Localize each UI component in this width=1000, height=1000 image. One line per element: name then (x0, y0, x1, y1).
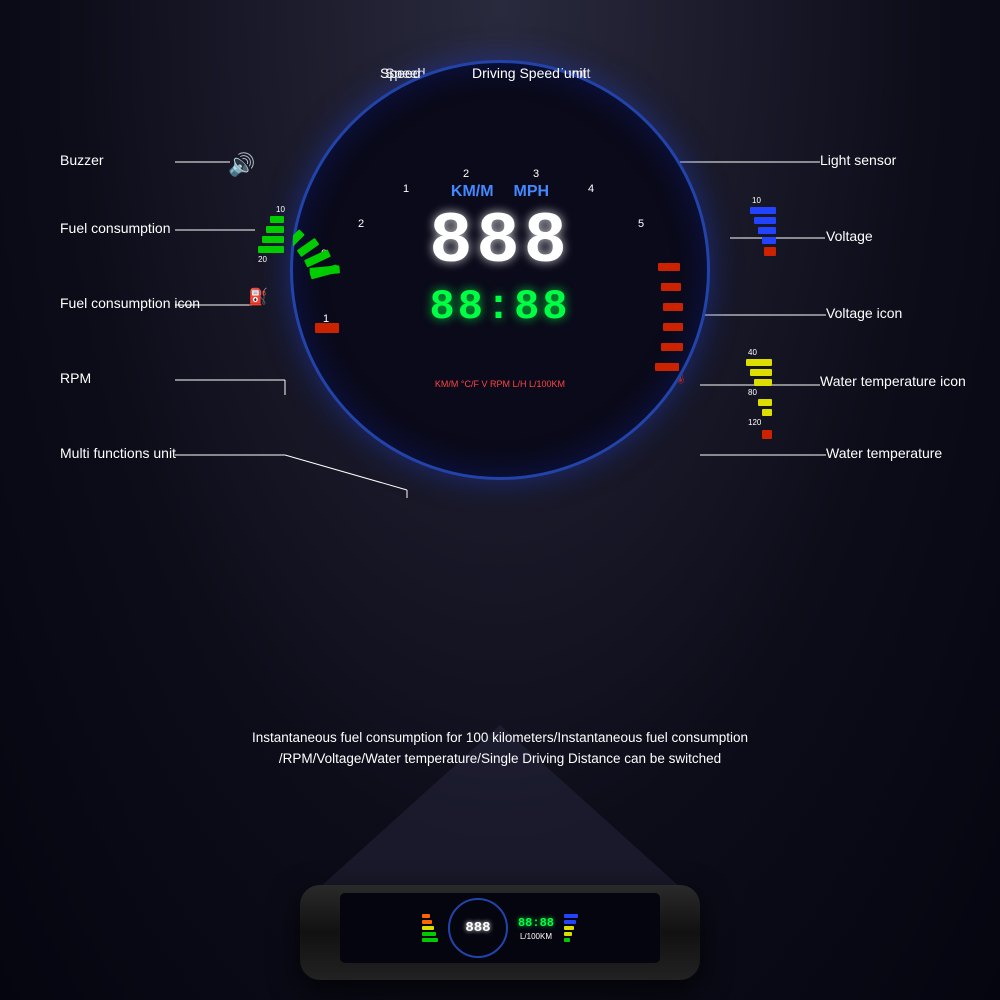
fuel-gauge-bars: 10 20 (258, 205, 285, 264)
device-container: 888 88:88 L/100KM (290, 820, 710, 980)
light-sensor-label: Light sensor (820, 152, 896, 168)
fuel-consumption-icon-label: Fuel consumption icon (60, 295, 200, 311)
fuel-consumption-label: Fuel consumption (60, 220, 171, 236)
fuel-icon: ⛽ (248, 287, 268, 307)
driving-speed-unit-top-label: Driving Speed unit (472, 65, 586, 81)
voltage-icon-label: Voltage icon (826, 305, 902, 321)
water-temperature-icon-label: Water temperature icon (820, 372, 966, 390)
right-arc-gauge (293, 63, 713, 483)
rpm-label: RPM (60, 370, 91, 386)
speed-top-label: Speed (380, 65, 420, 81)
water-temperature-label: Water temperature (826, 445, 942, 461)
device-body: 888 88:88 L/100KM (300, 885, 700, 980)
voltage-label: Voltage (826, 228, 873, 244)
gauge-circle: 0 1 2 1 2 3 4 5 KM/M MPH 888 88:88 KM/M … (290, 60, 710, 480)
water-temp-gauge-bars: 40 80 120 (746, 348, 772, 439)
device-mini-hud: 888 88:88 L/100KM (340, 893, 660, 963)
device-screen: 888 88:88 L/100KM (340, 893, 660, 963)
hud-display: 0 1 2 1 2 3 4 5 KM/M MPH 888 88:88 KM/M … (290, 60, 710, 480)
buzzer-label: Buzzer (60, 152, 104, 168)
voltage-gauge-bars: 10 (750, 196, 776, 256)
main-container: Speed Driving Speed unit Buzzer Fuel con… (0, 0, 1000, 1000)
buzzer-icon: 🔊 (228, 152, 255, 178)
multi-functions-unit-label: Multi functions unit (60, 445, 176, 461)
